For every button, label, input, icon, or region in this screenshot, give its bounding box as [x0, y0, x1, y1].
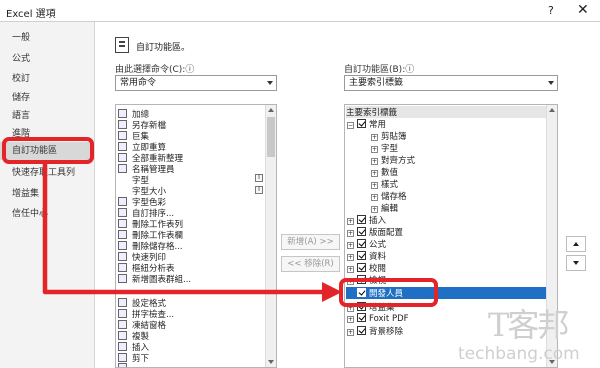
watermark-url: techbang.com	[458, 344, 580, 364]
watermark-logo: T客邦	[488, 306, 569, 344]
